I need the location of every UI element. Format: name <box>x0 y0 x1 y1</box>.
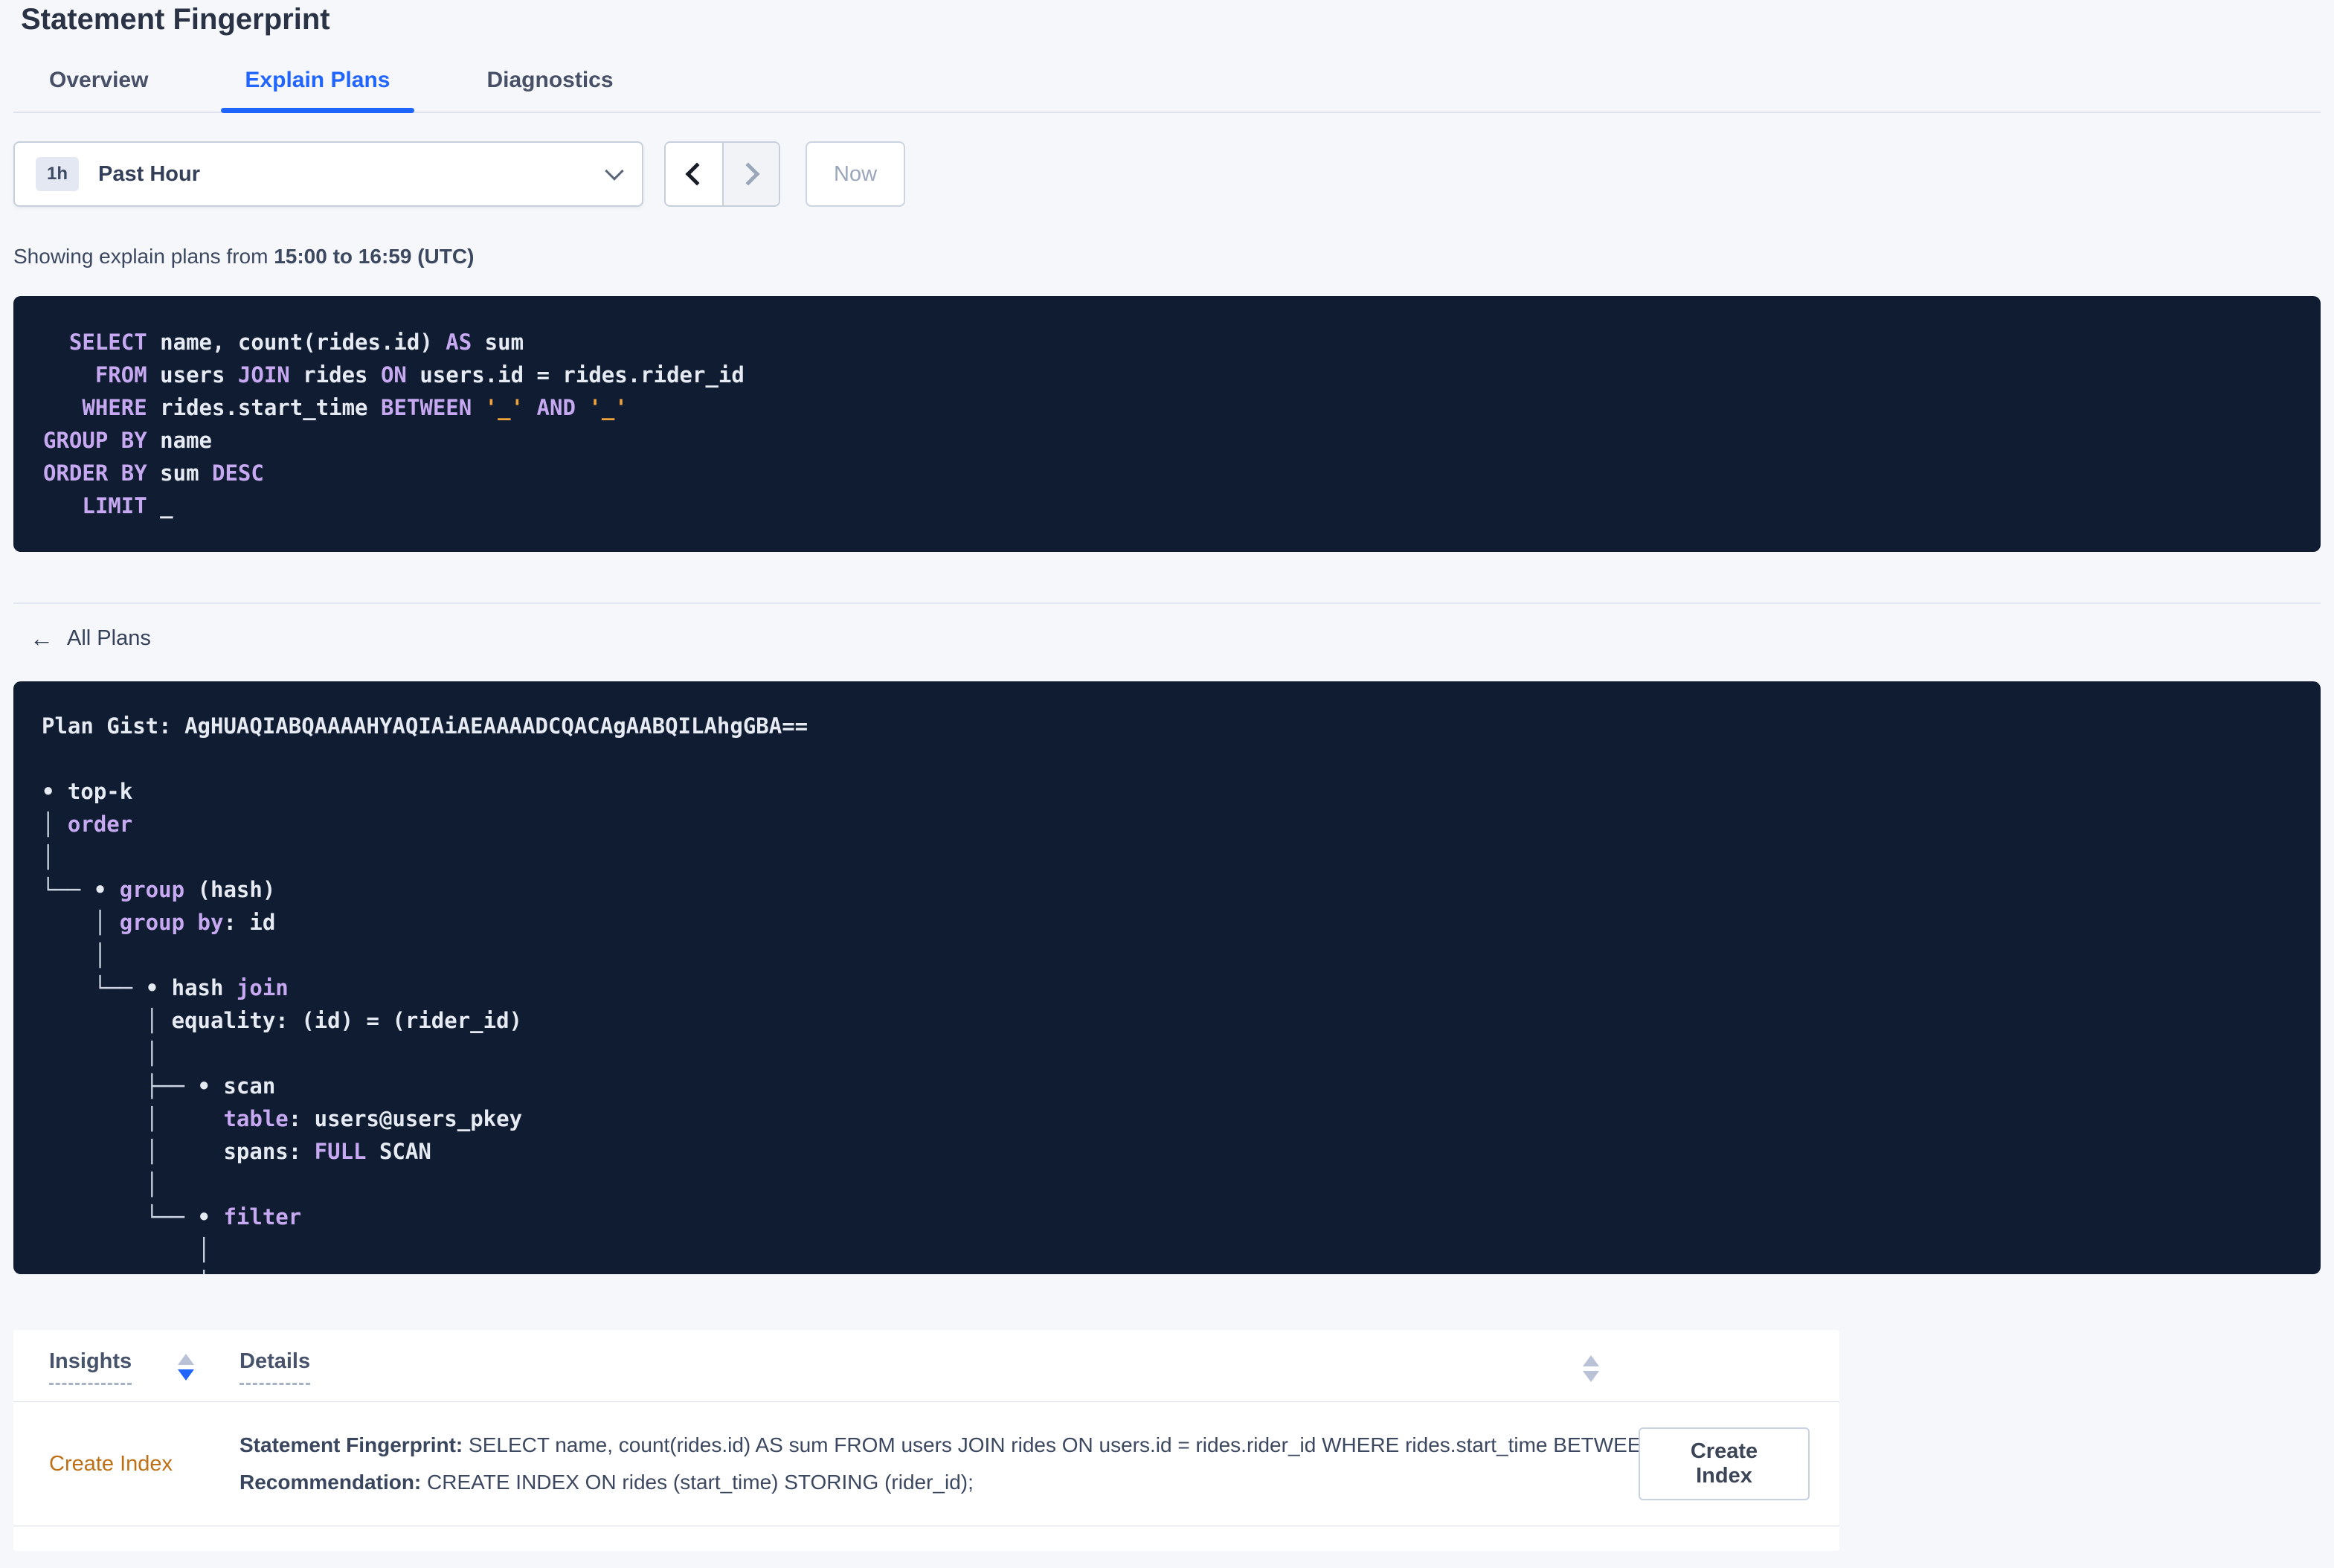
row-action-cell: Create Index <box>1639 1427 1810 1500</box>
plan-gist-block: Plan Gist: AgHUAQIABQAAAAHYAQIAiAEAAAADC… <box>13 681 2321 1274</box>
chevron-left-icon <box>685 162 709 186</box>
time-pager <box>664 141 780 207</box>
section-divider <box>13 603 2321 604</box>
sort-desc-icon <box>1583 1371 1599 1382</box>
time-range-dropdown[interactable]: 1h Past Hour <box>13 141 643 207</box>
statement-fingerprint-line: Statement Fingerprint: SELECT name, coun… <box>239 1427 1639 1464</box>
chevron-right-icon <box>736 162 760 186</box>
sql-statement-block: SELECT name, count(rides.id) AS sum FROM… <box>13 296 2321 552</box>
time-controls: 1h Past Hour Now <box>13 141 2321 207</box>
tab-bar: Overview Explain Plans Diagnostics <box>13 67 2321 113</box>
time-range-badge: 1h <box>36 157 80 191</box>
details-column-header: Details <box>225 1349 1810 1385</box>
details-header-label[interactable]: Details <box>239 1349 311 1385</box>
sort-desc-icon <box>178 1369 195 1381</box>
tab-diagnostics[interactable]: Diagnostics <box>463 67 637 112</box>
table-row: Create Index Statement Fingerprint: SELE… <box>13 1402 1839 1526</box>
tab-explain-plans[interactable]: Explain Plans <box>221 67 414 113</box>
plan-tree: • top-k │ order │ └── • group (hash) │ grou… <box>42 779 523 1274</box>
plan-gist-line: Plan Gist: AgHUAQIABQAAAAHYAQIAiAEAAAADC… <box>42 710 2291 742</box>
insights-table-card: Insights Details Create Index Statement … <box>13 1330 1839 1551</box>
details-sort-control[interactable] <box>1583 1355 1599 1382</box>
prev-interval-button[interactable] <box>666 143 722 205</box>
insights-sort-control[interactable] <box>178 1354 195 1381</box>
recommendation-text: CREATE INDEX ON rides (start_time) STORI… <box>421 1471 974 1494</box>
back-arrow-icon: ← <box>30 625 54 652</box>
fingerprint-label: Statement Fingerprint: <box>239 1433 463 1456</box>
plan-gist-label: Plan Gist: <box>42 713 185 739</box>
insights-table-header: Insights Details <box>13 1330 1839 1402</box>
next-interval-button[interactable] <box>722 143 779 205</box>
chevron-down-icon <box>605 161 624 181</box>
all-plans-label: All Plans <box>67 626 151 650</box>
sql-code: SELECT name, count(rides.id) AS sum FROM… <box>43 330 745 518</box>
sort-asc-icon <box>1583 1355 1599 1366</box>
insight-type-link[interactable]: Create Index <box>49 1452 225 1477</box>
plan-gist-value: AgHUAQIABQAAAAHYAQIAiAEAAAADCQACAgAABQIL… <box>184 713 808 739</box>
insights-header-label[interactable]: Insights <box>49 1349 132 1385</box>
card-footer <box>13 1526 1839 1551</box>
insight-details-cell: Statement Fingerprint: SELECT name, coun… <box>225 1427 1639 1501</box>
now-button[interactable]: Now <box>806 141 906 207</box>
showing-range-text: Showing explain plans from 15:00 to 16:5… <box>13 244 2321 269</box>
fingerprint-text: SELECT name, count(rides.id) AS sum FROM… <box>463 1433 1639 1456</box>
recommendation-label: Recommendation: <box>239 1471 422 1494</box>
tab-overview[interactable]: Overview <box>25 67 172 112</box>
time-range-value: Past Hour <box>98 161 200 186</box>
insights-column-header: Insights <box>49 1349 225 1385</box>
page-title: Statement Fingerprint <box>21 3 330 36</box>
recommendation-line: Recommendation: CREATE INDEX ON rides (s… <box>239 1464 1639 1501</box>
all-plans-link[interactable]: ← All Plans <box>30 623 151 653</box>
create-index-button[interactable]: Create Index <box>1639 1427 1810 1500</box>
showing-prefix: Showing explain plans from <box>13 245 274 268</box>
sort-asc-icon <box>178 1354 195 1365</box>
showing-range: 15:00 to 16:59 (UTC) <box>274 245 475 268</box>
statement-fingerprint-page: Statement Fingerprint Overview Explain P… <box>0 1 2334 1551</box>
